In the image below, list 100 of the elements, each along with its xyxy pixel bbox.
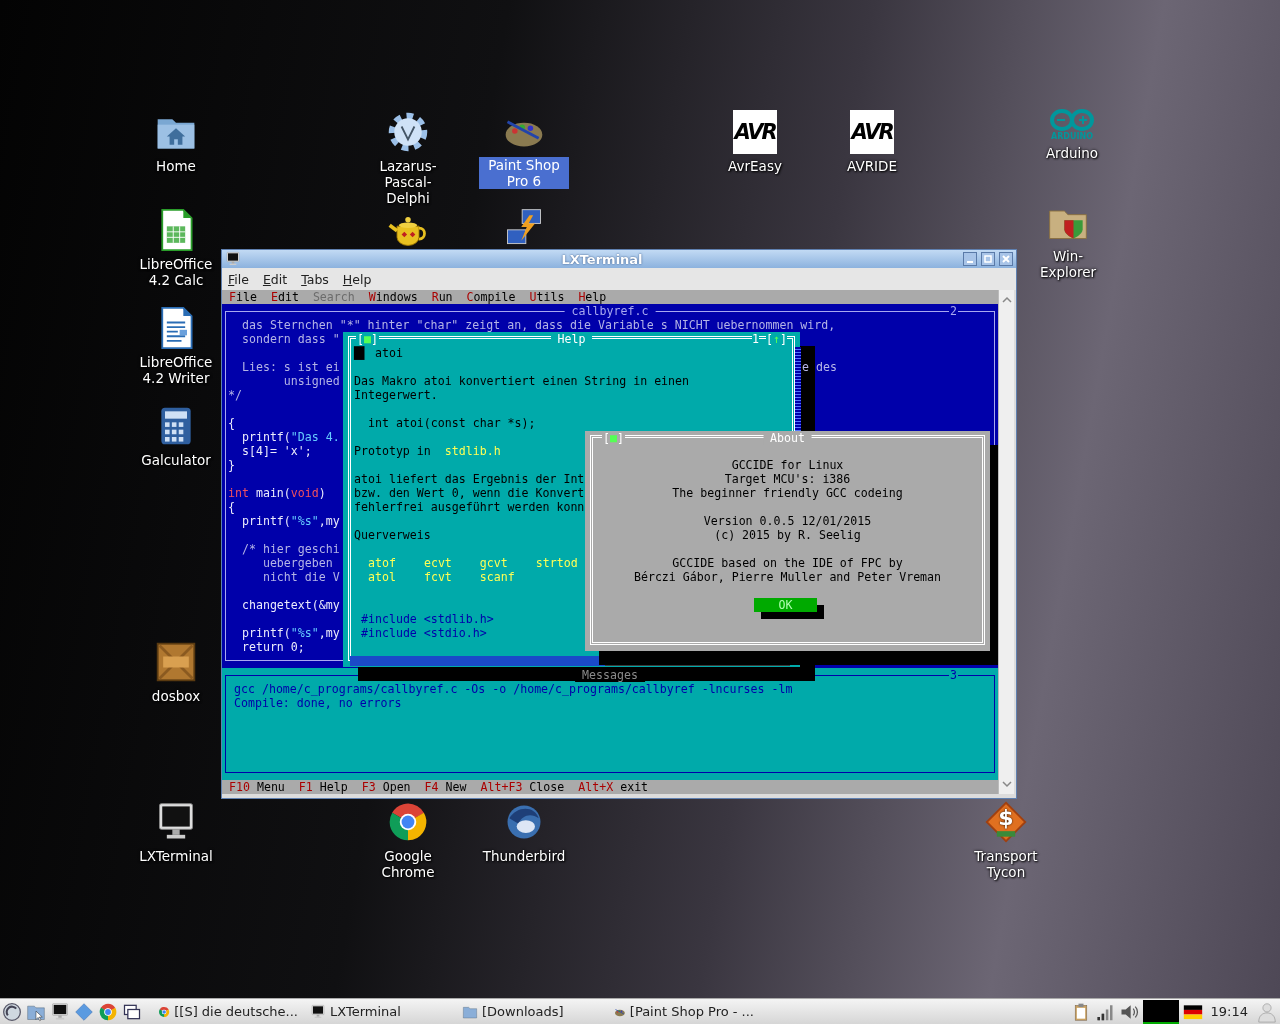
desktop-icon-label[interactable]: LibreOffice 4.2 Calc bbox=[131, 256, 221, 288]
help-text: fehlerfrei ausgeführt werden konn bbox=[354, 500, 585, 514]
help-heading: █▌ atoi bbox=[354, 346, 403, 360]
desktop-icon-label[interactable]: Transport Tycon bbox=[961, 848, 1051, 880]
logo-text: ARDUINO bbox=[1051, 132, 1093, 141]
code-line: return 0; bbox=[240, 640, 305, 654]
help-code: #include <stdio.h> bbox=[360, 626, 487, 640]
code-line: unsigned bbox=[282, 374, 340, 388]
desktop-icon-label[interactable]: Home bbox=[154, 158, 198, 174]
dialog-title: About bbox=[763, 431, 812, 445]
wooden-box-icon[interactable] bbox=[154, 640, 198, 684]
menu-item[interactable]: Run bbox=[431, 290, 453, 304]
scrollbar[interactable] bbox=[998, 290, 1014, 794]
desktop-icon-label[interactable]: Arduino bbox=[1043, 145, 1101, 161]
window-title: Messages bbox=[575, 668, 645, 682]
desktop-icon-label[interactable]: LibreOffice 4.2 Writer bbox=[131, 354, 221, 386]
cpu-monitor bbox=[1142, 999, 1179, 1024]
menu-item[interactable]: File bbox=[229, 290, 257, 304]
window-number: 1 bbox=[752, 332, 759, 346]
horizontal-scrollbar[interactable] bbox=[350, 656, 790, 666]
code-line: int main(void) bbox=[228, 486, 326, 500]
about-text: Target MCU's: i386 bbox=[723, 472, 852, 486]
hotkey-item[interactable]: Alt+F3 Close bbox=[480, 780, 565, 794]
menu-item[interactable]: Utils bbox=[529, 290, 565, 304]
window-number: 3 bbox=[949, 668, 958, 682]
desktop-icon-label[interactable]: Galculator bbox=[139, 452, 213, 468]
code-line: Lies: s ist ei bbox=[240, 360, 340, 374]
code-line: */ bbox=[228, 388, 242, 402]
taskbar-button[interactable]: [Paint Shop Pro - ... bbox=[610, 1000, 758, 1023]
menu-item[interactable]: Help bbox=[578, 290, 607, 304]
menu-item[interactable]: File bbox=[228, 271, 249, 287]
menu-item[interactable]: Edit bbox=[270, 290, 299, 304]
help-text: Prototyp in bbox=[354, 444, 431, 458]
taskbar-button[interactable]: [[S] die deutsche... bbox=[154, 1000, 302, 1023]
window-number: 2 bbox=[949, 304, 958, 318]
maximize-button[interactable] bbox=[981, 252, 995, 266]
desktop-icon-label[interactable]: Paint Shop Pro 6 bbox=[479, 157, 569, 189]
desktop-icon-label[interactable]: Thunderbird bbox=[480, 848, 568, 864]
taskbar-button[interactable]: LXTerminal bbox=[306, 1000, 454, 1023]
code-line: printf("%s",my bbox=[240, 514, 340, 528]
monitor-icon[interactable] bbox=[50, 1001, 70, 1022]
code-line: /* hier geschi bbox=[240, 542, 340, 556]
code-line: printf("%s",my bbox=[240, 626, 340, 640]
help-text: bzw. den Wert 0, wenn die Konvert bbox=[354, 486, 585, 500]
desktop-icon-label[interactable]: Win-Explorer bbox=[1023, 248, 1113, 280]
about-text: The beginner friendly GCC codeing bbox=[671, 486, 904, 500]
menu-item[interactable]: Edit bbox=[262, 271, 288, 287]
help-text: Das Makro atoi konvertiert einen String in einen bbox=[354, 374, 690, 388]
help-text: Integerwert. bbox=[354, 388, 438, 402]
menu-item[interactable]: Help bbox=[342, 271, 372, 287]
code-line: changetext(&my bbox=[240, 598, 340, 612]
about-text: (c) 2015 by R. Seelig bbox=[713, 528, 862, 542]
code-text-fragment: e des bbox=[802, 360, 837, 374]
clock[interactable]: 19:14 bbox=[1206, 1004, 1252, 1019]
code-line: { bbox=[228, 416, 235, 430]
message-line: gcc /home/c_programs/callbyref.c -Os -o /home/c_programs/callbyref -lncurses -lm bbox=[234, 682, 794, 696]
hotkey-item[interactable]: Alt+X exit bbox=[578, 780, 649, 794]
close-button[interactable] bbox=[999, 252, 1013, 266]
message-line: Compile: done, no errors bbox=[234, 696, 403, 710]
desktop-icon-label[interactable]: AVRIDE bbox=[845, 158, 899, 174]
window-title: Help bbox=[550, 332, 593, 346]
start-menu-icon[interactable] bbox=[2, 1001, 22, 1022]
desktop-icon-label[interactable]: Lazarus-Pascal-Delphi bbox=[363, 158, 453, 206]
window-title: callbyref.c bbox=[564, 304, 656, 318]
gear-icon[interactable] bbox=[386, 110, 430, 154]
avr-logo[interactable]: AVR bbox=[733, 110, 777, 154]
monitor-icon bbox=[225, 251, 241, 267]
diamond-icon[interactable] bbox=[984, 800, 1028, 844]
logo-text: $ bbox=[998, 806, 1014, 830]
code-line: s[4]= 'x'; bbox=[240, 444, 312, 458]
avr-logo[interactable]: AVR bbox=[850, 110, 894, 154]
desktop-icon-label[interactable]: Google Chrome bbox=[363, 848, 453, 880]
help-text: Querverweis bbox=[354, 528, 431, 542]
menu-item[interactable]: Compile bbox=[466, 290, 516, 304]
tricolor-circle-icon[interactable] bbox=[98, 1001, 118, 1022]
about-text: Version 0.0.5 12/01/2015 bbox=[702, 514, 873, 528]
minimize-button[interactable] bbox=[963, 252, 977, 266]
desktop-icon-label[interactable]: AvrEasy bbox=[726, 158, 784, 174]
about-text: Bérczi Gábor, Pierre Muller and Peter Vreman bbox=[632, 570, 943, 584]
desktop-icon-label[interactable]: dosbox bbox=[149, 688, 203, 704]
code-line: printf("Das 4. bbox=[240, 430, 340, 444]
window-title: LXTerminal bbox=[560, 251, 644, 267]
menu-item[interactable]: Tabs bbox=[301, 271, 329, 287]
help-code: int atoi(const char *s); bbox=[367, 416, 536, 430]
help-text: atoi liefert das Ergebnis der Int bbox=[354, 472, 585, 486]
desktop-icon-label[interactable]: LXTerminal bbox=[137, 848, 215, 864]
monitor-icon bbox=[310, 1003, 326, 1020]
menu-item[interactable]: Windows bbox=[368, 290, 418, 304]
code-line: } bbox=[228, 458, 235, 472]
hotkey-item[interactable]: F1 Help bbox=[298, 780, 348, 794]
hotkey-item[interactable]: F4 New bbox=[424, 780, 467, 794]
taskbar-button[interactable]: [Downloads] bbox=[458, 1000, 606, 1023]
code-line: { bbox=[228, 500, 235, 514]
about-text: GCCIDE for Linux bbox=[730, 458, 845, 472]
code-line: das Sternchen "*" hinter "char" zeigt an, dass die Variable s NICHT uebernommen wird, bbox=[240, 318, 836, 332]
hotkey-item[interactable]: F3 Open bbox=[361, 780, 411, 794]
code-line: nicht die V bbox=[261, 570, 340, 584]
hotkey-item[interactable]: F10 Menu bbox=[229, 780, 285, 794]
code-line: uebergeben bbox=[261, 556, 333, 570]
help-code: #include <stdlib.h> bbox=[360, 612, 494, 626]
